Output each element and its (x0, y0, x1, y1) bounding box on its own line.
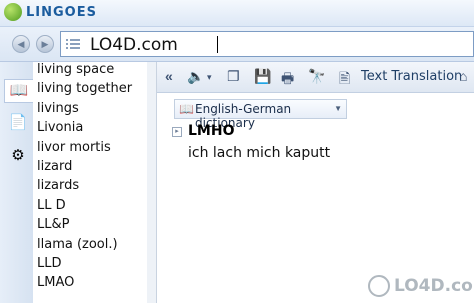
list-item[interactable]: llama (zool.) (33, 237, 147, 256)
result-toolbar: « 🔈 ▾ ❐ 💾 🖶 🔭 🖹 Text Translation ⌂ (157, 62, 474, 93)
watermark-logo: LO4D.com (368, 275, 474, 299)
list-item[interactable]: living together (33, 81, 147, 100)
lingoes-logo-icon (4, 3, 22, 21)
list-item[interactable]: livor mortis (33, 140, 147, 159)
entry-definition: ich lach mich kaputt (188, 145, 331, 161)
dictionary-book-icon: 📖 (179, 102, 194, 116)
dictionary-selector[interactable]: 📖 English-German dictionary ▼ (174, 99, 347, 130)
title-bar: LINGOES (0, 0, 474, 27)
watermark-icon (368, 275, 390, 297)
book-icon[interactable]: 📖 (4, 79, 33, 103)
text-translation-icon[interactable]: 🖹 (339, 68, 350, 92)
save-icon[interactable]: 💾 (254, 68, 271, 85)
entry-headword: LMHO (188, 123, 235, 139)
expand-icon[interactable]: ▸ (172, 127, 182, 137)
home-icon[interactable]: ⌂ (459, 68, 467, 84)
app-title: LINGOES (26, 5, 97, 20)
result-pane: 📖 English-German dictionary ▼ ▸ LMHO ich… (157, 93, 474, 303)
side-tab-bar: 📖 📄 ⚙ (0, 62, 34, 303)
gear-icon[interactable]: ⚙ (8, 145, 28, 167)
search-input-value: LO4D.com (90, 35, 178, 55)
search-input[interactable]: LO4D.com (60, 31, 474, 57)
list-item[interactable]: LL&P (33, 217, 147, 236)
text-caret (217, 36, 218, 53)
text-translation-button[interactable]: Text Translation (361, 69, 462, 84)
watermark-text: LO4D.com (394, 276, 474, 296)
list-item[interactable]: lizards (33, 178, 147, 197)
print-icon[interactable]: 🖶 (281, 68, 294, 92)
find-icon[interactable]: 🔭 (308, 68, 325, 85)
list-item[interactable]: LMAO (33, 275, 147, 294)
chevron-down-icon: ▼ (334, 104, 342, 113)
list-item[interactable]: lizard (33, 159, 147, 178)
list-item[interactable]: LLD (33, 256, 147, 275)
speaker-icon[interactable]: 🔈 (187, 68, 204, 85)
main-toolbar: ◀ ▶ LO4D.com (0, 27, 474, 62)
translate-icon[interactable]: 📄 (8, 112, 28, 134)
forward-button[interactable]: ▶ (36, 35, 54, 53)
list-item[interactable]: living space (33, 62, 147, 81)
list-item[interactable]: LL D (33, 198, 147, 217)
copy-icon[interactable]: ❐ (227, 68, 240, 85)
back-button[interactable]: ◀ (12, 35, 30, 53)
collapse-icon[interactable]: « (165, 68, 173, 84)
list-item[interactable]: Livonia (33, 120, 147, 139)
list-item[interactable]: livings (33, 101, 147, 120)
word-list: living space living together livings Liv… (33, 62, 148, 303)
chevron-down-icon[interactable]: ▾ (207, 72, 212, 83)
word-list-scrollbar[interactable] (147, 62, 157, 303)
list-search-icon (66, 39, 80, 49)
